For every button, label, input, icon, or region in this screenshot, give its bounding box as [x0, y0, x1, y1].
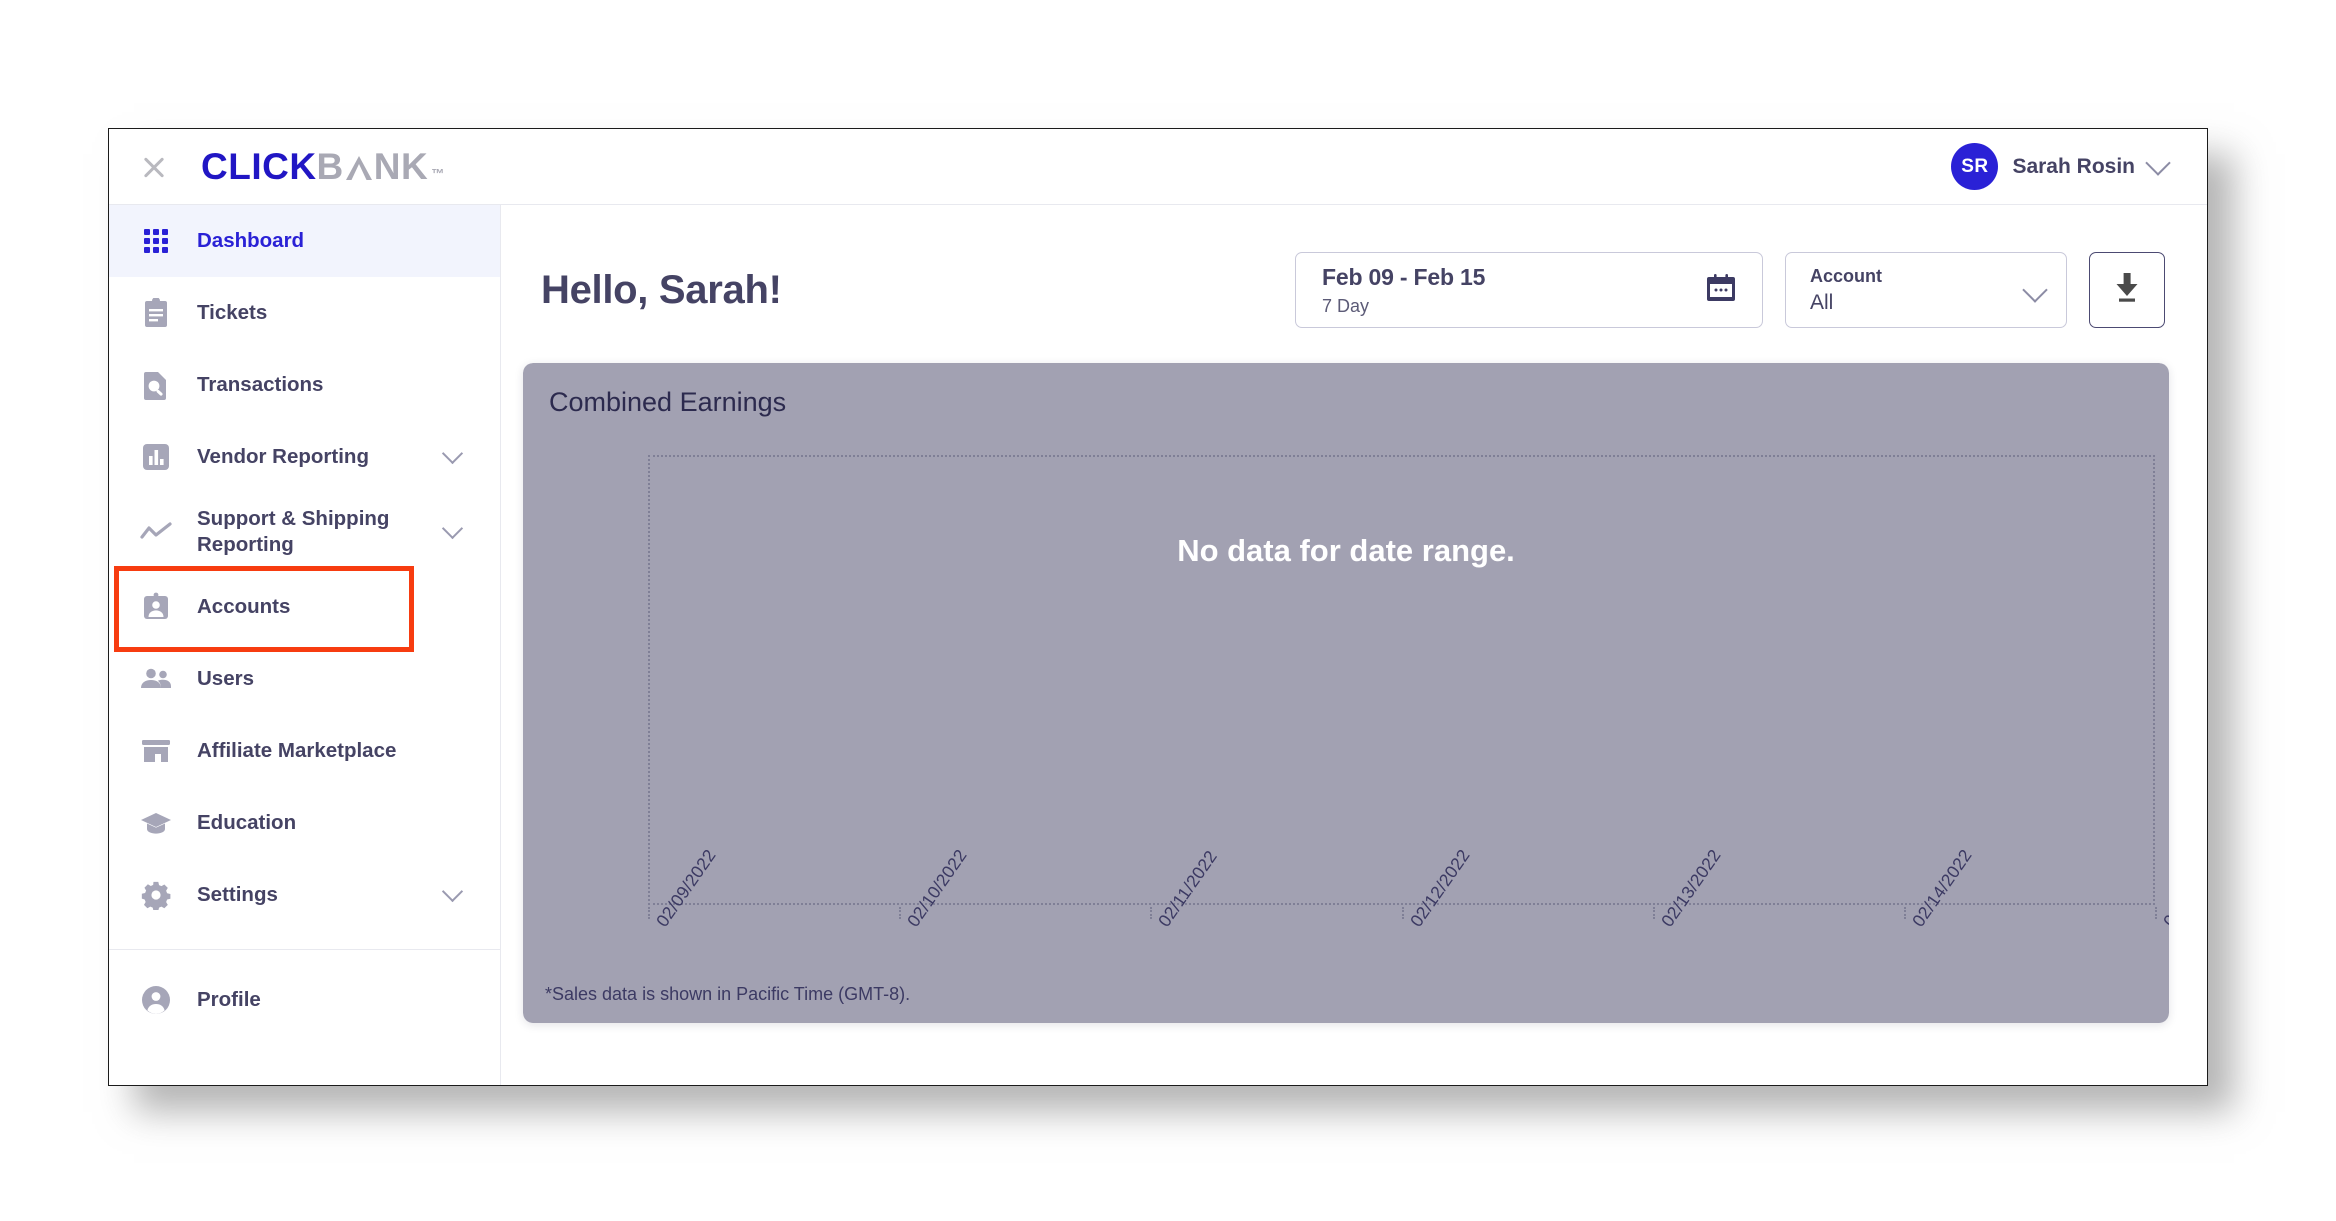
user-menu[interactable]: SR Sarah Rosin [1951, 143, 2171, 190]
trend-line-icon [139, 515, 173, 549]
account-select-label: Account [1810, 265, 1882, 286]
user-name-label: Sarah Rosin [2012, 154, 2135, 178]
x-axis-tick [648, 907, 650, 919]
sidebar-item-label: Dashboard [197, 229, 305, 253]
sidebar-item-settings[interactable]: Settings [109, 859, 500, 931]
main-content: Hello, Sarah! Feb 09 - Feb 15 7 Day Acco… [501, 205, 2207, 1085]
clickbank-logo: CLICK B NK ™ [201, 146, 445, 188]
sidebar-item-accounts[interactable]: Accounts [109, 566, 500, 652]
x-axis-tick [2155, 907, 2157, 919]
logo-trademark: ™ [431, 165, 445, 181]
top-bar: CLICK B NK ™ SR Sarah Rosin [109, 129, 2207, 205]
sidebar-item-label: Settings [197, 883, 278, 907]
avatar: SR [1951, 143, 1999, 190]
chevron-down-icon [2145, 149, 2171, 176]
x-axis-tick [1150, 907, 1153, 919]
sidebar-item-label: Transactions [197, 373, 324, 397]
x-axis-tick [1652, 907, 1655, 919]
download-icon [2112, 272, 2142, 309]
sidebar-item-profile[interactable]: Profile [109, 964, 500, 1036]
sidebar-item-label: Support & Shipping Reporting [197, 507, 390, 556]
clipboard-icon [139, 296, 173, 330]
sidebar-item-vendor-reporting[interactable]: Vendor Reporting [109, 421, 500, 493]
app-window: CLICK B NK ™ SR Sarah Rosin Dashboard Ti… [108, 128, 2208, 1086]
download-button[interactable] [2089, 252, 2165, 328]
account-select-value: All [1810, 290, 1834, 314]
x-axis-tick [1401, 907, 1404, 919]
chart-plot-area [648, 455, 2155, 905]
sidebar-divider [109, 949, 500, 950]
chevron-down-icon[interactable] [441, 517, 464, 540]
person-circle-icon [139, 983, 173, 1017]
sidebar-item-education[interactable]: Education [109, 787, 500, 859]
calendar-icon[interactable] [1706, 273, 1736, 308]
storefront-icon [139, 734, 173, 768]
account-select[interactable]: Account All [1785, 252, 2067, 328]
bar-chart-icon [139, 440, 173, 474]
sidebar-item-support-shipping-reporting[interactable]: Support & Shipping Reporting [109, 493, 500, 571]
date-range-sublabel: 7 Day [1322, 295, 1370, 316]
sidebar: Dashboard Tickets Transactions Vendor Re… [109, 205, 501, 1085]
date-range-picker[interactable]: Feb 09 - Feb 15 7 Day [1295, 252, 1763, 328]
chevron-down-icon[interactable] [441, 880, 464, 903]
sidebar-item-label: Tickets [197, 301, 268, 325]
people-icon [139, 662, 173, 696]
sidebar-item-label: Users [197, 667, 254, 691]
page-title: Hello, Sarah! [541, 267, 782, 312]
date-range-value: Feb 09 - Feb 15 [1322, 263, 1486, 290]
logo-click-text: CLICK [201, 145, 317, 187]
sidebar-item-label: Education [197, 811, 297, 835]
x-axis-tick [1903, 907, 1906, 919]
chart-empty-message: No data for date range. [1177, 533, 1515, 568]
graduation-cap-icon [139, 806, 173, 840]
chevron-down-icon[interactable] [441, 442, 464, 465]
sidebar-item-affiliate-marketplace[interactable]: Affiliate Marketplace [109, 715, 500, 787]
sidebar-item-users[interactable]: Users [109, 643, 500, 715]
sidebar-item-tickets[interactable]: Tickets [109, 277, 500, 349]
sidebar-item-label: Vendor Reporting [197, 445, 369, 469]
sidebar-item-label: Affiliate Marketplace [197, 739, 397, 763]
chart-footnote: *Sales data is shown in Pacific Time (GM… [545, 984, 911, 1004]
sidebar-item-transactions[interactable]: Transactions [109, 349, 500, 421]
combined-earnings-card: Combined Earnings No data for date range… [523, 363, 2169, 1023]
sidebar-item-dashboard[interactable]: Dashboard [109, 205, 500, 277]
x-axis-tick [899, 907, 902, 919]
close-icon[interactable] [137, 150, 171, 184]
grid-icon [139, 224, 173, 258]
main-header: Hello, Sarah! Feb 09 - Feb 15 7 Day Acco… [501, 205, 2207, 335]
logo-bank-text: B NK [316, 145, 429, 187]
header-controls: Feb 09 - Feb 15 7 Day Account All [1295, 252, 2165, 328]
chart-title: Combined Earnings [549, 387, 787, 417]
gear-icon [139, 878, 173, 912]
sidebar-item-label: Accounts [197, 595, 291, 619]
sidebar-item-label: Profile [197, 988, 261, 1012]
id-badge-icon [139, 590, 173, 624]
document-search-icon [139, 368, 173, 402]
chevron-down-icon[interactable] [2022, 277, 2048, 303]
